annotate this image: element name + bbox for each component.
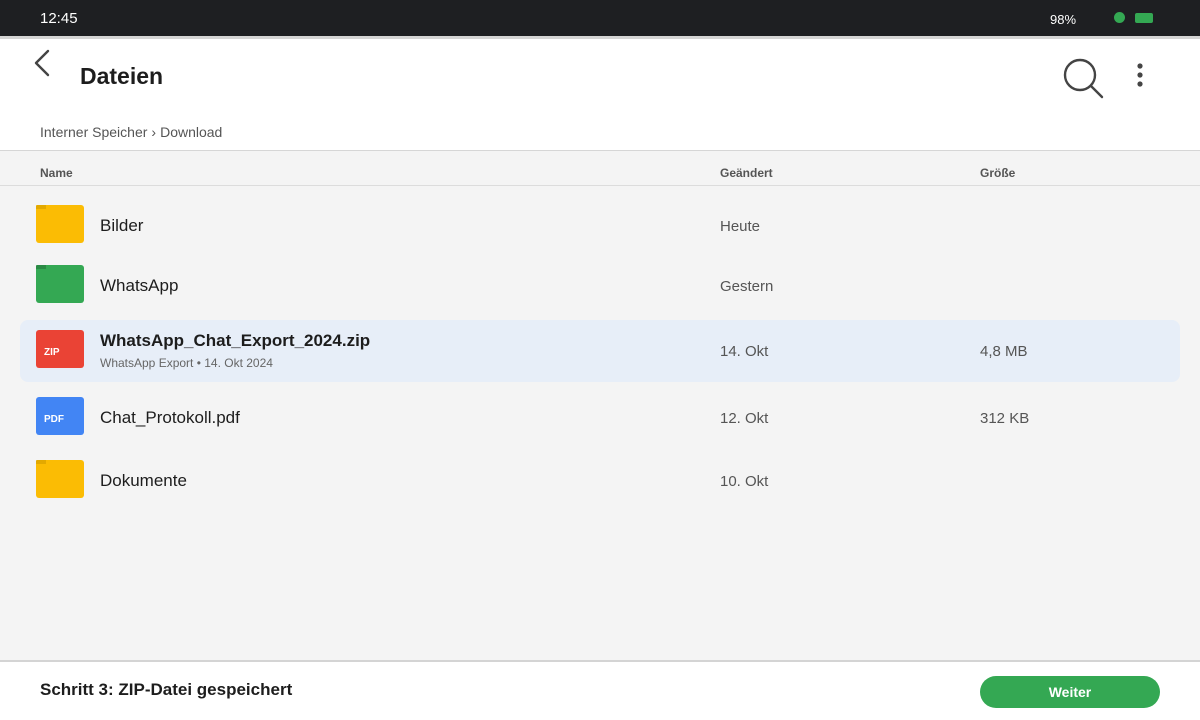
file-row[interactable]: ZIP WhatsApp_Chat_Export_2024.zip WhatsApp… <box>20 320 1180 382</box>
file-modified-date: 14. Okt <box>720 343 769 360</box>
search-icon <box>1063 58 1104 99</box>
folder-icon <box>36 460 84 498</box>
folder-icon <box>36 265 84 303</box>
folder-tab-shape <box>36 460 46 464</box>
chevron-left-icon <box>34 49 50 77</box>
file-modified-date: 10. Okt <box>720 473 769 490</box>
file-modified-date: Gestern <box>720 278 774 295</box>
breadcrumb: Interner Speicher › Download <box>40 124 222 140</box>
column-header: Name Geändert Größe <box>0 151 1200 186</box>
file-row[interactable]: Dokumente 10. Okt <box>20 450 1180 512</box>
file-type-label: PDF <box>44 414 64 425</box>
file-row[interactable]: WhatsApp Gestern <box>20 255 1180 317</box>
status-bar: 12:45 98% <box>0 0 1200 36</box>
pdf-file-icon: PDF <box>36 397 84 435</box>
column-size[interactable]: Größe <box>980 166 1015 180</box>
battery-percentage: 98% <box>1050 12 1077 27</box>
breadcrumb-separator: › <box>151 124 157 140</box>
page-title: Dateien <box>80 63 164 89</box>
status-dot-icon <box>1114 12 1125 23</box>
file-subtitle: WhatsApp Export • 14. Okt 2024 <box>100 356 273 370</box>
file-row[interactable]: Bilder Heute <box>20 195 1180 257</box>
file-name: WhatsApp_Chat_Export_2024.zip <box>100 331 371 350</box>
file-type-label: ZIP <box>44 347 60 358</box>
folder-tab-shape <box>36 265 46 269</box>
next-button[interactable]: Weiter <box>980 676 1160 708</box>
bottom-bar: Schritt 3: ZIP-Datei gespeichert Weiter <box>0 660 1200 720</box>
file-size: 312 KB <box>980 410 1030 427</box>
folder-tab-shape <box>36 205 46 209</box>
file-name: Bilder <box>100 216 144 235</box>
zip-file-icon: ZIP <box>36 330 84 368</box>
file-row[interactable]: PDF Chat_Protokoll.pdf 12. Okt 312 KB <box>20 387 1180 449</box>
back-button[interactable] <box>28 47 58 81</box>
breadcrumb-root[interactable]: Interner Speicher <box>40 124 147 140</box>
search-button[interactable] <box>1060 55 1108 103</box>
file-size: 4,8 MB <box>980 343 1028 360</box>
file-name: Dokumente <box>100 471 187 490</box>
more-options-button[interactable] <box>1128 59 1152 91</box>
app-header: Dateien Interner Speicher › Download <box>0 36 1200 151</box>
column-modified[interactable]: Geändert <box>720 166 773 180</box>
file-modified-date: 12. Okt <box>720 410 769 427</box>
status-time: 12:45 <box>40 10 78 27</box>
file-name: Chat_Protokoll.pdf <box>100 408 240 427</box>
file-name: WhatsApp <box>100 276 179 295</box>
breadcrumb-current[interactable]: Download <box>160 124 222 140</box>
column-name[interactable]: Name <box>40 166 73 180</box>
step-label: Schritt 3: ZIP-Datei gespeichert <box>40 680 293 699</box>
app-root: 12:45 98% Dateien Interner Speicher › Do… <box>0 0 1200 720</box>
folder-icon <box>36 205 84 243</box>
battery-icon <box>1135 13 1153 23</box>
more-vertical-icon <box>1137 63 1143 87</box>
file-modified-date: Heute <box>720 218 761 235</box>
